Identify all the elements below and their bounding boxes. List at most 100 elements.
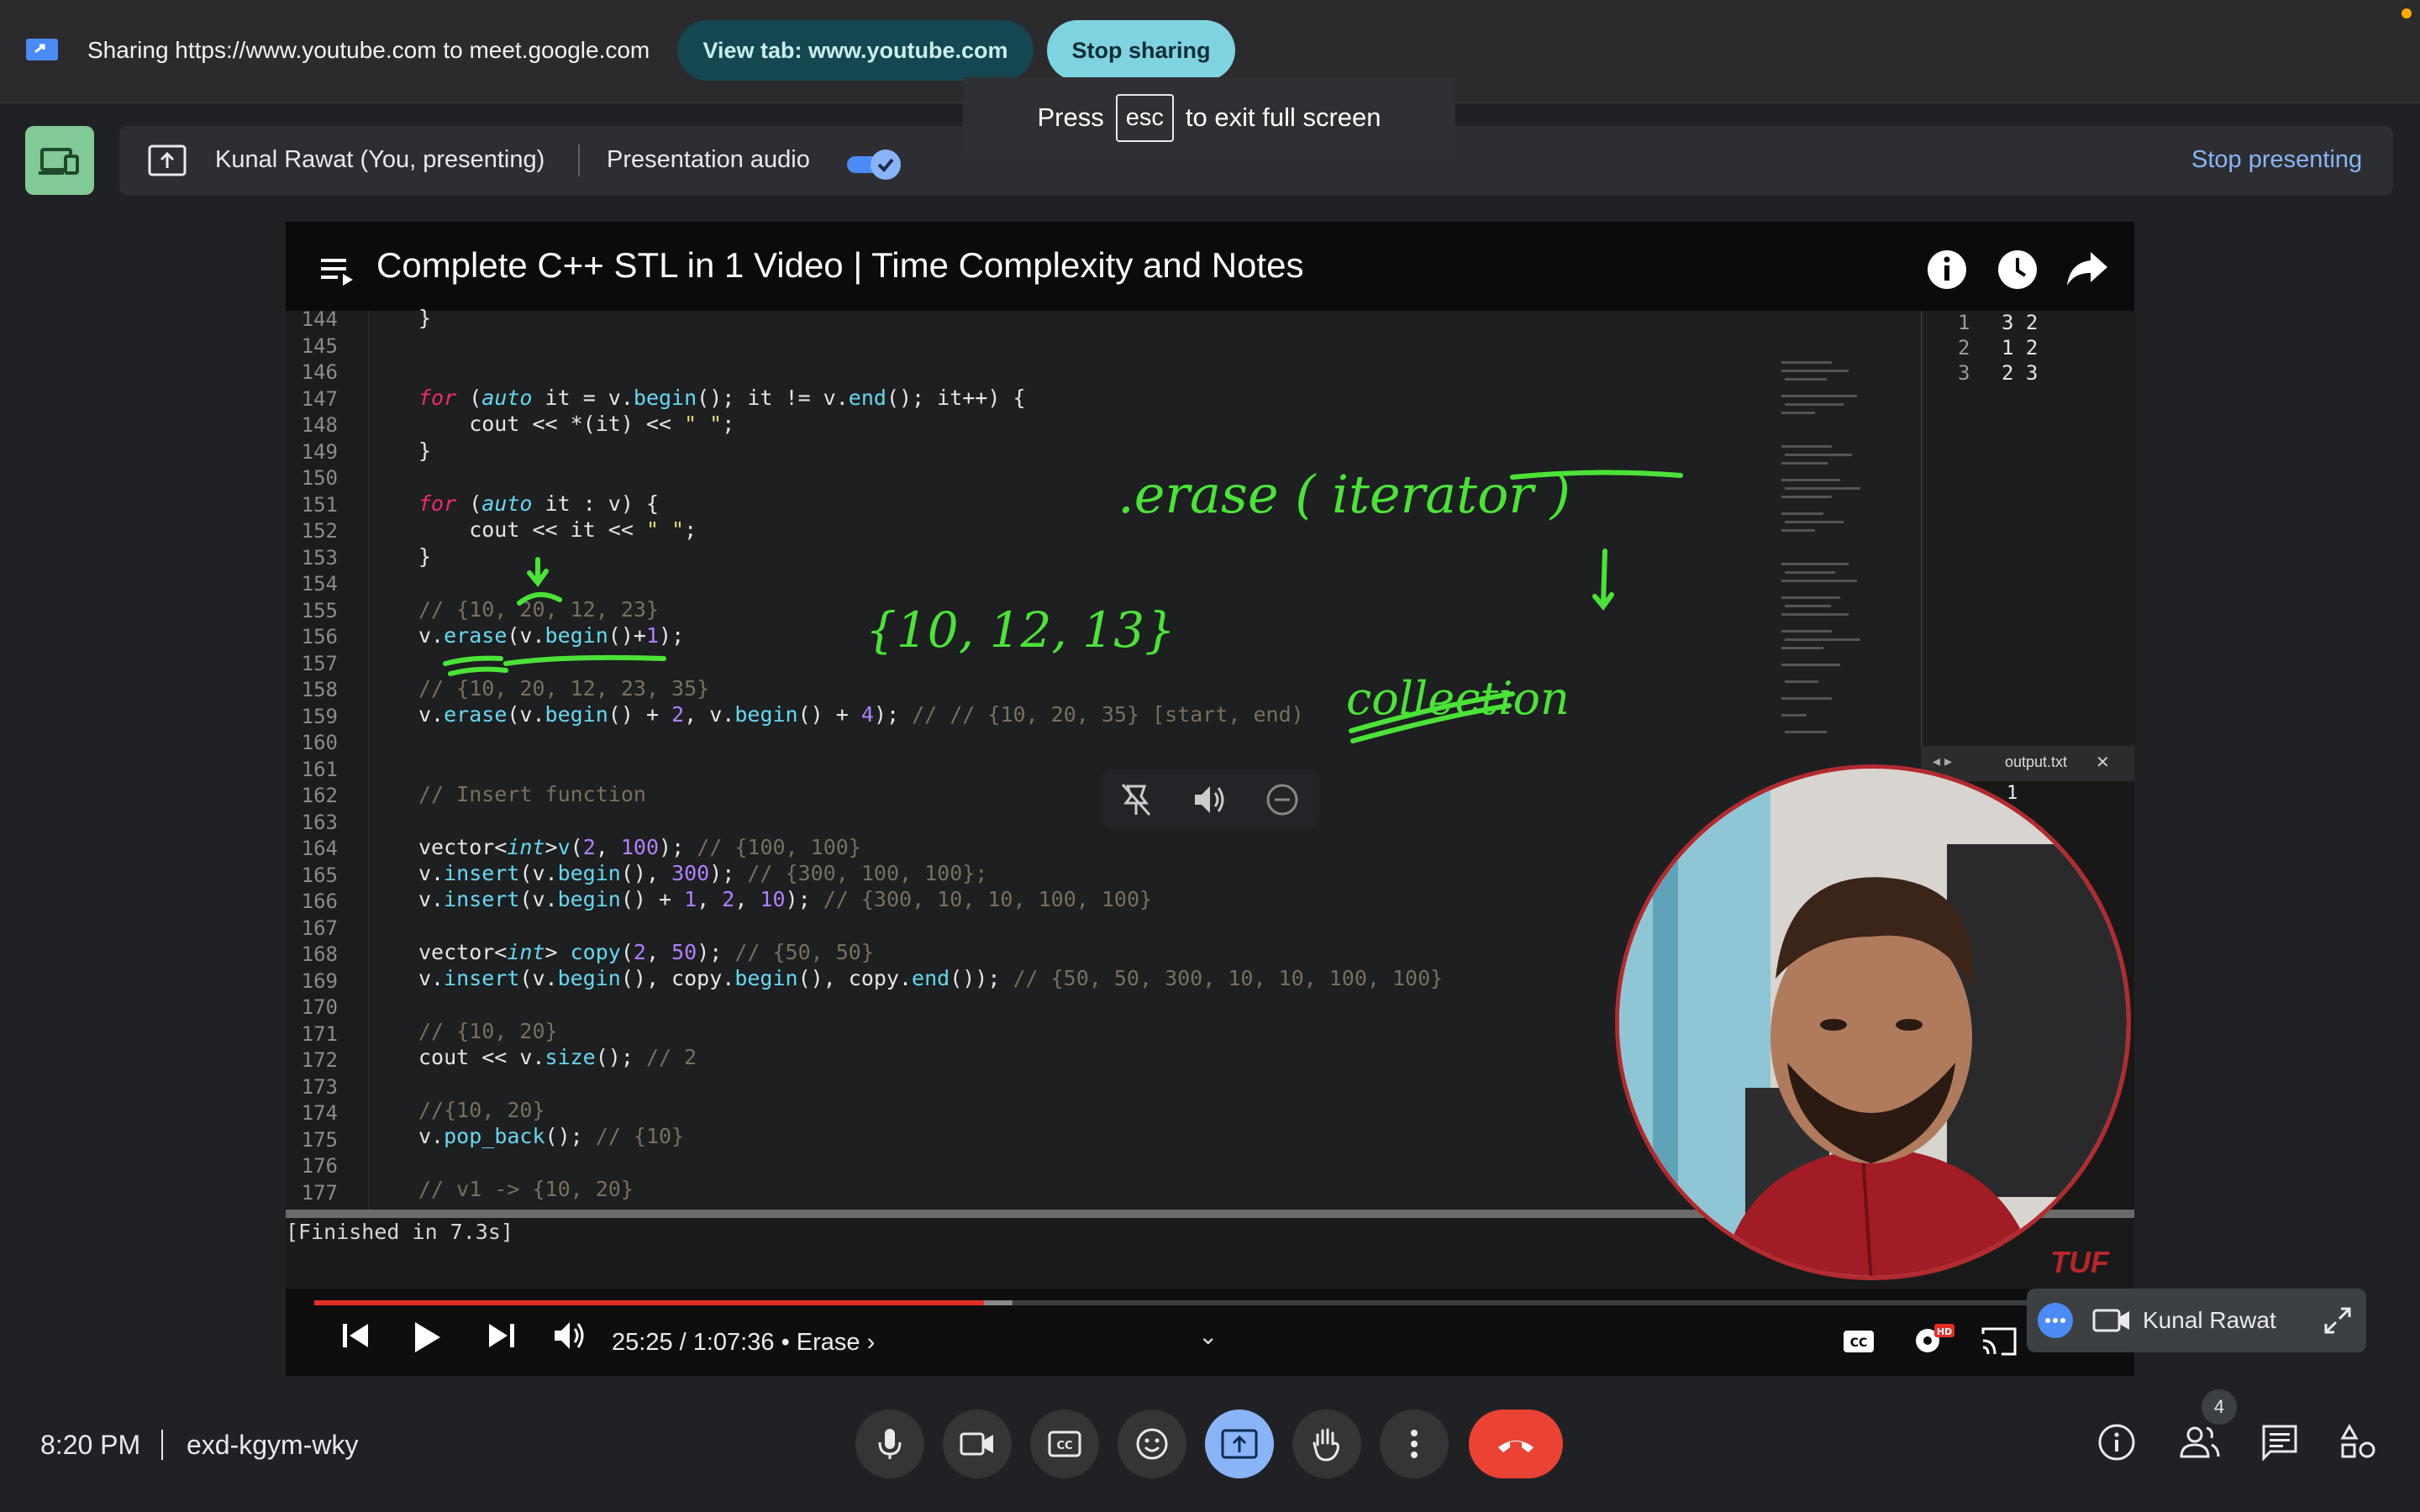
info-icon[interactable]	[1926, 249, 1968, 291]
end-call-icon	[1498, 1441, 1534, 1452]
close-icon: ✕	[2096, 753, 2110, 772]
camera-button[interactable]	[943, 1410, 1012, 1478]
screen-share-icon	[26, 39, 58, 60]
raise-hand-button[interactable]	[1292, 1410, 1361, 1478]
activities-icon[interactable]	[2339, 1423, 2378, 1462]
line-number: 170	[301, 995, 338, 1019]
erase-note: .erase ( iterator )	[1118, 464, 1570, 525]
line-number: 174	[301, 1101, 338, 1125]
collection-note: {10, 12, 13}	[865, 601, 1176, 659]
code-line: cout << v.size(); // 2	[418, 1045, 697, 1069]
more-vert-icon	[1411, 1430, 1418, 1458]
stop-presenting-button[interactable]: Stop presenting	[2191, 146, 2362, 174]
chevron-down-icon[interactable]: ⌄	[1198, 1322, 1218, 1350]
line-number: 168	[301, 942, 338, 966]
camera-icon	[2092, 1309, 2129, 1332]
code-comment: // v1 -> {10, 20}	[418, 1177, 634, 1201]
leave-call-button[interactable]	[1469, 1410, 1563, 1478]
line-number: 171	[301, 1021, 338, 1046]
chat-icon[interactable]	[2260, 1423, 2299, 1462]
code-line: v.pop_back(); // {10}	[418, 1124, 685, 1148]
svg-text:HD: HD	[1937, 1326, 1952, 1337]
reactions-button[interactable]	[1118, 1410, 1186, 1478]
view-tab-button[interactable]: View tab: www.youtube.com	[677, 20, 1034, 81]
line-number: 162	[301, 784, 338, 807]
present-button[interactable]	[1205, 1410, 1274, 1478]
fullscreen-exit-hint: Press esc to exit full screen	[963, 77, 1455, 158]
hint-rest-text: to exit full screen	[1185, 102, 1381, 132]
console-output: [Finished in 7.3s]	[286, 1220, 513, 1244]
present-screen-icon	[148, 144, 187, 176]
volume-icon[interactable]	[1192, 783, 1228, 816]
line-number: 169	[301, 969, 338, 993]
unpin-icon[interactable]	[1119, 781, 1153, 818]
participant-name: Kunal Rawat	[2143, 1307, 2276, 1333]
line-number: 164	[301, 837, 338, 860]
presentation-audio-toggle[interactable]	[845, 146, 906, 183]
stop-sharing-button[interactable]: Stop sharing	[1047, 20, 1235, 81]
output-line-number: 3	[1958, 361, 1970, 385]
code-line: vector<int> copy(2, 50); // {50, 50}	[418, 940, 874, 964]
video-progress-bar[interactable]	[314, 1300, 2104, 1305]
divider	[161, 1430, 163, 1460]
recording-indicator	[2402, 8, 2412, 18]
svg-text:CC: CC	[1850, 1336, 1868, 1350]
output-line-text: 1 2	[2002, 336, 2039, 360]
watch-later-icon[interactable]	[1996, 249, 2039, 291]
line-number: 166	[301, 890, 338, 913]
video-time: 25:25 / 1:07:36 • Erase ›	[612, 1329, 875, 1357]
video-title[interactable]: Complete C++ STL in 1 Video | Time Compl…	[376, 245, 1303, 286]
current-time: 8:20 PM	[40, 1430, 141, 1460]
settings-icon[interactable]: HD	[1912, 1322, 1956, 1356]
output-value: 1	[2007, 783, 2018, 804]
code-line: v.insert(v.begin(), 300); // {300, 100, …	[418, 861, 988, 885]
line-number: 165	[301, 863, 338, 887]
remove-icon[interactable]	[1265, 783, 1299, 816]
esc-key: esc	[1115, 93, 1174, 142]
divider	[578, 144, 580, 176]
code-comment: // Insert function	[418, 782, 646, 806]
output-line-text: 2 3	[2002, 361, 2039, 385]
captions-button[interactable]: CC	[1030, 1410, 1099, 1478]
people-count-badge: 4	[2202, 1389, 2237, 1425]
next-icon[interactable]	[486, 1319, 518, 1352]
svg-text:CC: CC	[1056, 1440, 1072, 1452]
share-icon[interactable]	[2065, 249, 2109, 287]
handwritten-annotations: .erase ( iterator ) {10, 12, 13} collect…	[443, 464, 1683, 743]
people-icon[interactable]	[2178, 1423, 2222, 1462]
captions-icon: CC	[1048, 1431, 1081, 1457]
volume-icon[interactable]	[551, 1319, 588, 1352]
play-icon[interactable]	[410, 1319, 444, 1356]
previous-icon[interactable]	[339, 1319, 371, 1352]
line-number: 176	[301, 1154, 338, 1178]
chapter-label[interactable]: • Erase ›	[781, 1329, 876, 1356]
line-number: 177	[301, 1180, 338, 1205]
result-note: collection	[1346, 672, 1570, 725]
line-number: 175	[301, 1127, 338, 1152]
output-line-number: 2	[1958, 336, 1970, 360]
cast-icon[interactable]	[1980, 1326, 2018, 1357]
meeting-code: exd-kgym-wky	[187, 1430, 359, 1460]
captions-icon[interactable]: CC	[1842, 1329, 1876, 1354]
output-line-number: 1	[1958, 311, 1970, 334]
more-options-icon[interactable]	[2037, 1302, 2074, 1339]
hint-press-text: Press	[1037, 102, 1104, 132]
presenter-camera-bubble	[1615, 764, 2131, 1280]
output-tab-label: output.txt	[2005, 753, 2068, 770]
microphone-button[interactable]	[855, 1410, 924, 1478]
presenter-name: Kunal Rawat (You, presenting)	[215, 146, 545, 173]
playlist-icon[interactable]	[319, 254, 356, 287]
more-options-button[interactable]	[1380, 1410, 1449, 1478]
hand-icon	[1313, 1428, 1339, 1462]
emoji-icon	[1136, 1428, 1168, 1460]
expand-icon[interactable]	[2323, 1305, 2353, 1336]
output-line-text: 3 2	[2002, 311, 2039, 334]
presenter-avatar	[1619, 769, 2127, 1276]
camera-icon	[960, 1432, 993, 1456]
tab-arrows-icon: ◂ ▸	[1933, 753, 1953, 769]
present-screen-icon	[1221, 1429, 1258, 1459]
code-line: v.insert(v.begin(), copy.begin(), copy.e…	[418, 966, 1444, 990]
code-comment: //{10, 20}	[418, 1098, 545, 1122]
meeting-info-icon[interactable]	[2097, 1423, 2136, 1462]
microphone-icon	[878, 1429, 902, 1459]
